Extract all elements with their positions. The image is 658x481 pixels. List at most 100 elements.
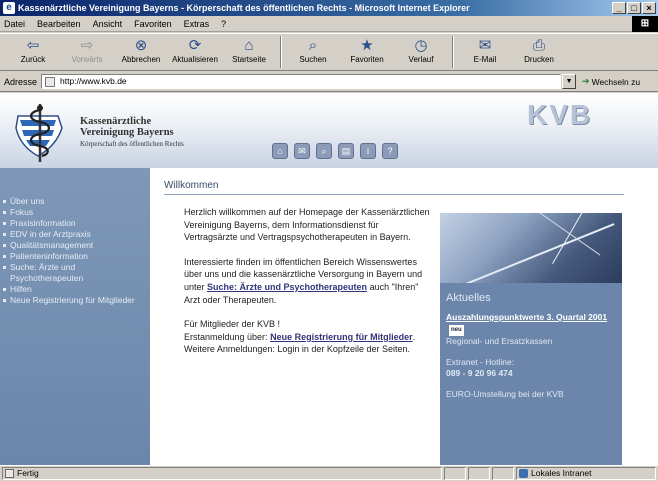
address-dropdown-button[interactable]: ▼ [562,74,577,89]
sidebar-item-registrierung[interactable]: Neue Registrierung für Mitglieder [0,295,150,306]
news-heading: Aktuelles [446,292,491,304]
mail-button[interactable]: ✉ E-Mail [458,34,512,70]
status-cell [444,467,466,480]
help-icon[interactable]: ? [382,143,398,159]
status-text-panel: Fertig [2,467,442,480]
menu-bar: Datei Bearbeiten Ansicht Favoriten Extra… [0,16,658,32]
menu-bearbeiten[interactable]: Bearbeiten [37,19,81,29]
back-arrow-icon: ⇦ [26,37,40,54]
menu-extras[interactable]: Extras [184,19,210,29]
hotline-label: Extranet - Hotline: [446,357,515,367]
security-zone-panel: Lokales Intranet [516,467,656,480]
search-icon[interactable]: ⌕ [316,143,332,159]
info-icon[interactable]: i [360,143,376,159]
sidebar-item-patienteninformation[interactable]: Patienteninformation [0,251,150,262]
stop-button-label: Abbrechen [121,55,161,64]
page-done-icon [5,469,14,478]
status-bar: Fertig Lokales Intranet [0,465,658,481]
intranet-zone-icon [519,469,528,478]
forward-button-label: Vorwärts [71,55,103,64]
internet-explorer-icon: e [3,2,15,14]
doctor-search-link[interactable]: Suche: Ärzte und Psychotherapeuten [207,282,367,292]
toolbar-separator [452,36,454,68]
kvb-brand-mark: KVB [527,99,593,130]
stop-button[interactable]: ⊗ Abbrechen [114,34,168,70]
sidebar-item-label: Neue Registrierung für Mitglieder [10,295,135,305]
maximize-button[interactable]: □ [627,2,641,14]
print-button[interactable]: ⎙ Drucken [512,34,566,70]
search-icon: ⌕ [308,36,318,54]
news-panel: Aktuelles Auszahlungspunktwerte 3. Quart… [440,213,622,465]
search-paragraph: Interessierte finden im öffentlichen Ber… [184,256,434,306]
go-button-label: Wechseln zu [591,76,641,87]
news-item-euro: EURO-Umstellung bei der KVB [446,389,564,399]
forward-button[interactable]: ⇨ Vorwärts [60,34,114,70]
sidebar-item-ueber-uns[interactable]: Über uns [0,196,150,207]
back-button[interactable]: ⇦ Zurück [6,34,60,70]
welcome-text: Herzlich willkommen auf der Homepage der… [184,206,434,368]
news-link-auszahlungspunktwerte[interactable]: Auszahlungspunktwerte 3. Quartal 2001 [446,312,607,322]
sidebar-item-arztsuche[interactable]: Suche: Ärzte und Psychotherapeuten [0,262,150,284]
go-button[interactable]: ➔ Wechseln zu [582,76,640,87]
sidebar-item-qualitaetsmanagement[interactable]: Qualitätsmanagement [0,240,150,251]
search-button-label: Suchen [299,55,327,64]
toolbar-separator [280,36,282,68]
sidebar-item-fokus[interactable]: Fokus [0,207,150,218]
history-button[interactable]: ◷ Verlauf [394,34,448,70]
back-button-label: Zurück [20,55,46,64]
home-button-label: Startseite [232,55,266,64]
window-title: Kassenärztliche Vereinigung Bayerns - Kö… [18,3,470,13]
print-button-label: Drucken [524,55,554,64]
refresh-button[interactable]: ⟳ Aktualisieren [168,34,222,70]
favorites-button[interactable]: ★ Favoriten [340,34,394,70]
mail-button-label: E-Mail [473,55,497,64]
go-arrow-icon: ➔ [582,76,590,86]
mail-icon[interactable]: ✉ [294,143,310,159]
sidebar-item-label: Fokus [10,207,34,217]
security-zone-label: Lokales Intranet [531,468,592,478]
sidebar-item-label: Suche: Ärzte und Psychotherapeuten [10,262,84,283]
mail-icon: ✉ [478,37,492,54]
registration-link[interactable]: Neue Registrierung für Mitglieder [270,332,413,342]
chevron-down-icon: ▼ [565,78,573,85]
hotline-number: 089 - 9 20 96 474 [446,368,513,378]
minimize-button[interactable]: _ [612,2,626,14]
status-cell [492,467,514,480]
history-button-label: Verlauf [408,55,434,64]
title-divider [164,194,624,195]
refresh-icon: ⟳ [188,37,202,54]
page-viewport: Kassenärztliche Vereinigung Bayerns Körp… [0,93,658,465]
favorites-icon: ★ [360,37,374,54]
logo-line-1: Kassenärztliche [80,116,152,127]
address-input[interactable]: http://www.kvb.de [41,74,562,89]
close-button[interactable]: × [642,2,656,14]
site-logo-text[interactable]: Kassenärztliche Vereinigung Bayerns Körp… [80,116,184,149]
news-item[interactable]: EURO-Umstellung bei der KVB [440,389,622,400]
sidebar-item-label: Praxisinformation [10,218,76,228]
sidebar-item-edv[interactable]: EDV in der Arztpraxis [0,229,150,240]
sidebar-item-label: Hilfen [10,284,32,294]
new-badge: neu [449,325,464,336]
intro-paragraph: Herzlich willkommen auf der Homepage der… [184,207,430,243]
address-bar: Adresse http://www.kvb.de ▼ ➔ Wechseln z… [0,72,658,92]
site-header: Kassenärztliche Vereinigung Bayerns Körp… [0,93,658,168]
menu-favoriten[interactable]: Favoriten [134,19,172,29]
page-icon [45,77,56,87]
status-text: Fertig [17,468,39,478]
menu-ansicht[interactable]: Ansicht [93,19,123,29]
sidebar-item-praxisinformation[interactable]: Praxisinformation [0,218,150,229]
menu-help[interactable]: ? [221,19,226,29]
search-button[interactable]: ⌕ Suchen [286,34,340,70]
news-item: Auszahlungspunktwerte 3. Quartal 2001 neu… [440,312,622,347]
window-title-bar[interactable]: e Kassenärztliche Vereinigung Bayerns - … [0,0,658,16]
sidebar-item-hilfen[interactable]: Hilfen [0,284,150,295]
logo-line-2: Vereinigung Bayerns [80,127,174,138]
kvb-logo-icon [15,104,63,162]
history-icon: ◷ [414,37,428,54]
home-icon[interactable]: ⌂ [272,143,288,159]
main-content: Willkommen Herzlich willkommen auf der H… [150,168,658,465]
home-button[interactable]: ⌂ Startseite [222,34,276,70]
sitemap-icon[interactable]: ▤ [338,143,354,159]
page-title: Willkommen [164,180,219,191]
menu-datei[interactable]: Datei [4,19,25,29]
